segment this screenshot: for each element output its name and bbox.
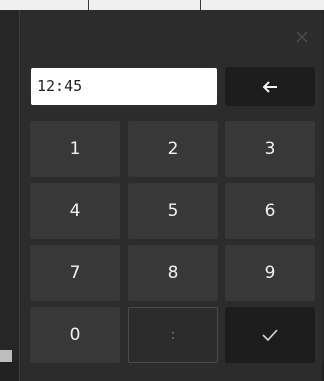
close-icon[interactable] bbox=[294, 30, 310, 46]
key-7[interactable]: 7 bbox=[30, 245, 120, 301]
key-8[interactable]: 8 bbox=[128, 245, 218, 301]
key-6[interactable]: 6 bbox=[225, 183, 315, 239]
check-icon bbox=[262, 329, 278, 342]
time-keypad-dialog: 12:45 1 2 3 4 5 6 7 8 9 0 : bbox=[19, 10, 322, 381]
close-icon-svg bbox=[296, 31, 308, 43]
key-9[interactable]: 9 bbox=[225, 245, 315, 301]
key-0[interactable]: 0 bbox=[30, 307, 120, 363]
background-strip bbox=[0, 0, 324, 10]
key-2[interactable]: 2 bbox=[128, 121, 218, 177]
key-3[interactable]: 3 bbox=[225, 121, 315, 177]
key-4[interactable]: 4 bbox=[30, 183, 120, 239]
arrow-left-icon bbox=[262, 80, 277, 93]
time-display-field[interactable]: 12:45 bbox=[31, 68, 217, 105]
key-1[interactable]: 1 bbox=[30, 121, 120, 177]
backspace-button[interactable] bbox=[225, 67, 315, 106]
confirm-button[interactable] bbox=[225, 307, 315, 363]
key-colon[interactable]: : bbox=[128, 307, 218, 363]
key-5[interactable]: 5 bbox=[128, 183, 218, 239]
